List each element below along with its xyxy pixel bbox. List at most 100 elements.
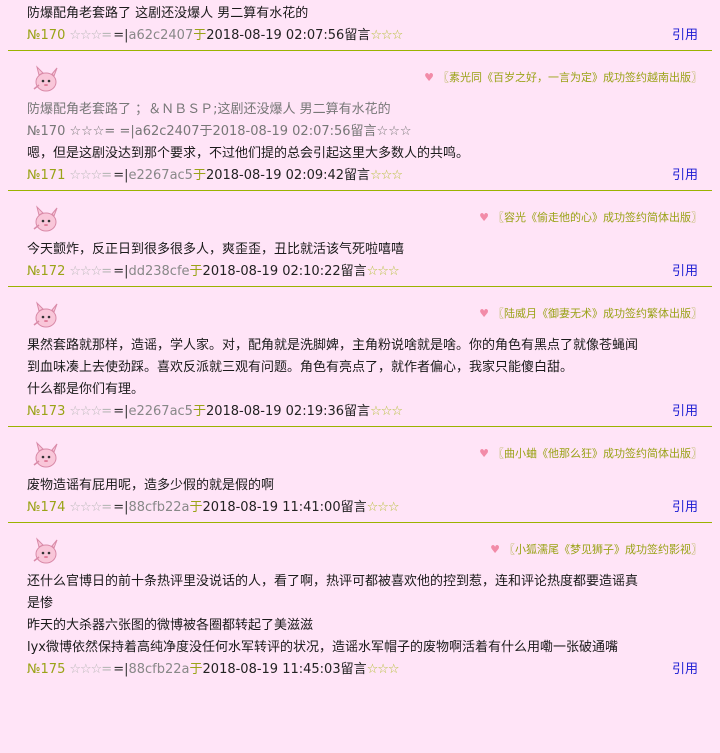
signature-text[interactable]: 〖小狐濡尾《梦见狮子》成功签约影视〗 <box>504 543 702 556</box>
comment-meta: №172 ☆☆☆= =| dd238cfe 于 2018-08-19 02:10… <box>0 261 720 283</box>
comment-meta: №173 ☆☆☆= =| e2267ac5 于 2018-08-19 02:19… <box>0 401 720 423</box>
heart-icon: ♥ <box>490 543 500 556</box>
at-label: 于 <box>192 404 206 419</box>
user-hash: 88cfb22a <box>128 500 190 515</box>
separator: =| <box>113 500 129 515</box>
comment-text-line-2: 是惨 <box>27 596 54 611</box>
separator: =| <box>113 168 129 183</box>
user-hash: 88cfb22a <box>128 662 190 677</box>
at-label: 于 <box>192 168 206 183</box>
comment-header: ♥ 〖容光《偷走他的心》成功签约简体出版〗 <box>0 191 720 239</box>
timestamp: 2018-08-19 02:10:22 <box>202 264 341 279</box>
rating-stars-trailing: ☆☆☆ <box>366 500 400 515</box>
heart-icon: ♥ <box>424 71 434 84</box>
quoted-meta: №170 ☆☆☆= =|a62c2407于2018-08-19 02:07:56… <box>27 124 412 139</box>
comment-meta: №170 ☆☆☆= =| a62c2407 于 2018-08-19 02:07… <box>0 25 720 47</box>
quote-reply-link[interactable]: 引用 <box>672 659 698 681</box>
quote-reply-link[interactable]: 引用 <box>672 25 698 47</box>
posted-label: 留言 <box>344 168 371 183</box>
rating-stars-trailing: ☆☆☆ <box>370 404 403 419</box>
comment-175: ♥ 〖小狐濡尾《梦见狮子》成功签约影视〗 还什么官博日的前十条热评里没说话的人，看… <box>0 523 720 681</box>
user-hash: e2267ac5 <box>128 168 193 183</box>
signature-text[interactable]: 〖陆威月《御妻无术》成功签约繁体出版〗 <box>493 307 702 320</box>
rating-stars-trailing: ☆☆☆ <box>366 264 400 279</box>
comment-header: ♥ 〖陆威月《御妻无术》成功签约繁体出版〗 <box>0 287 720 335</box>
quote-reply-link[interactable]: 引用 <box>672 165 698 187</box>
comment-number: №175 <box>27 662 66 677</box>
comment-171: ♥ 〖素光同《百岁之好，一言为定》成功签约越南出版〗 防爆配角老套路了 ；＆ＮＢＳ… <box>0 51 720 191</box>
comment-173: ♥ 〖陆威月《御妻无术》成功签约繁体出版〗 果然套路就那样，造谣，学人家。对，配角… <box>0 287 720 427</box>
quoted-text: 防爆配角老套路了 ；＆ＮＢＳＰ;这剧还没爆人 男二算有水花的 <box>27 102 391 117</box>
user-hash: e2267ac5 <box>128 404 193 419</box>
posted-label: 留言 <box>344 404 371 419</box>
pink-creature-avatar-icon <box>33 205 58 232</box>
heart-icon: ♥ <box>479 211 489 224</box>
at-label: 于 <box>189 662 203 677</box>
signature-line: ♥ 〖曲小蛐《他那么狂》成功签约简体出版〗 <box>479 445 702 461</box>
comment-text-line-2: 到血味凑上去使劲踩。喜欢反派就三观有问题。角色有亮点了，就作者偏心，我家只能傻白… <box>27 360 574 375</box>
separator: =| <box>113 404 129 419</box>
quote-reply-link[interactable]: 引用 <box>672 497 698 519</box>
comment-header: ♥ 〖素光同《百岁之好，一言为定》成功签约越南出版〗 <box>0 51 720 99</box>
comment-text: 防爆配角老套路了 这剧还没爆人 男二算有水花的 <box>27 6 309 21</box>
user-hash: dd238cfe <box>128 264 190 279</box>
comment-number: №174 <box>27 500 66 515</box>
rating-stars: ☆☆☆= <box>69 404 112 419</box>
comment-meta: №171 ☆☆☆= =| e2267ac5 于 2018-08-19 02:09… <box>0 165 720 187</box>
comment-text-line-4: lyx微博依然保持着高纯净度没任何水军转评的状况，造谣水军帽子的废物啊活着有什么… <box>27 640 618 655</box>
comment-meta: №175 ☆☆☆= =| 88cfb22a 于 2018-08-19 11:45… <box>0 659 720 681</box>
comment-number: №170 <box>27 28 66 43</box>
posted-label: 留言 <box>340 500 367 515</box>
signature-line: ♥ 〖容光《偷走他的心》成功签约简体出版〗 <box>479 209 702 225</box>
signature-text[interactable]: 〖容光《偷走他的心》成功签约简体出版〗 <box>493 211 702 224</box>
timestamp: 2018-08-19 02:07:56 <box>206 28 345 43</box>
comment-thread: 防爆配角老套路了 这剧还没爆人 男二算有水花的 №170 ☆☆☆= =| a62… <box>0 0 720 681</box>
pink-creature-avatar-icon <box>33 537 58 564</box>
timestamp: 2018-08-19 02:19:36 <box>205 404 345 419</box>
comment-text: 废物造谣有屁用呢，造多少假的就是假的啊 <box>27 478 275 493</box>
pink-creature-avatar-icon <box>33 441 58 468</box>
at-label: 于 <box>193 28 207 43</box>
comment-text-line-3: 昨天的大杀器六张图的微博被各圈都转起了美滋滋 <box>27 618 314 633</box>
quote-reply-link[interactable]: 引用 <box>672 261 698 283</box>
comment-number: №173 <box>27 404 66 419</box>
separator: =| <box>113 28 129 43</box>
signature-text[interactable]: 〖素光同《百岁之好，一言为定》成功签约越南出版〗 <box>438 71 702 84</box>
signature-text[interactable]: 〖曲小蛐《他那么狂》成功签约简体出版〗 <box>493 447 702 460</box>
posted-label: 留言 <box>340 662 367 677</box>
comment-number: №171 <box>27 168 66 183</box>
user-hash: a62c2407 <box>128 28 194 43</box>
posted-label: 留言 <box>340 264 367 279</box>
timestamp: 2018-08-19 11:45:03 <box>202 662 341 677</box>
signature-line: ♥ 〖小狐濡尾《梦见狮子》成功签约影视〗 <box>490 541 702 557</box>
comment-text: 今天颤炸，反正日到很多很多人，爽歪歪，丑比就活该气死啦嘻嘻 <box>27 242 405 257</box>
rating-stars-trailing: ☆☆☆ <box>370 28 403 43</box>
comment-header: ♥ 〖小狐濡尾《梦见狮子》成功签约影视〗 <box>0 523 720 571</box>
comment-text-line-1: 还什么官博日的前十条热评里没说话的人，看了啊，热评可都被喜欢他的控到惹，连和评论… <box>27 574 639 589</box>
comment-text-line-1: 果然套路就那样，造谣，学人家。对，配角就是洗脚婢，主角粉说啥就是啥。你的角色有黑… <box>27 338 639 353</box>
rating-stars-trailing: ☆☆☆ <box>366 662 400 677</box>
rating-stars: ☆☆☆= <box>69 662 112 677</box>
comment-text: 嗯，但是这剧没达到那个要求，不过他们提的总会引起这里大多数人的共鸣。 <box>27 146 470 161</box>
comment-text-line-3: 什么都是你们有理。 <box>27 382 145 397</box>
at-label: 于 <box>189 500 203 515</box>
posted-label: 留言 <box>344 28 371 43</box>
rating-stars: ☆☆☆= <box>69 500 112 515</box>
comment-number: №172 <box>27 264 66 279</box>
separator: =| <box>113 264 129 279</box>
signature-line: ♥ 〖素光同《百岁之好，一言为定》成功签约越南出版〗 <box>424 69 702 85</box>
rating-stars: ☆☆☆= <box>69 28 112 43</box>
comment-174: ♥ 〖曲小蛐《他那么狂》成功签约简体出版〗 废物造谣有屁用呢，造多少假的就是假的啊… <box>0 427 720 523</box>
timestamp: 2018-08-19 11:41:00 <box>202 500 341 515</box>
quote-reply-link[interactable]: 引用 <box>672 401 698 423</box>
rating-stars-trailing: ☆☆☆ <box>370 168 403 183</box>
separator: =| <box>113 662 129 677</box>
pink-creature-avatar-icon <box>33 301 58 328</box>
rating-stars: ☆☆☆= <box>69 168 112 183</box>
signature-line: ♥ 〖陆威月《御妻无术》成功签约繁体出版〗 <box>479 305 702 321</box>
at-label: 于 <box>189 264 203 279</box>
comment-172: ♥ 〖容光《偷走他的心》成功签约简体出版〗 今天颤炸，反正日到很多很多人，爽歪歪，… <box>0 191 720 287</box>
heart-icon: ♥ <box>479 447 489 460</box>
timestamp: 2018-08-19 02:09:42 <box>205 168 345 183</box>
pink-creature-avatar-icon <box>33 65 58 92</box>
